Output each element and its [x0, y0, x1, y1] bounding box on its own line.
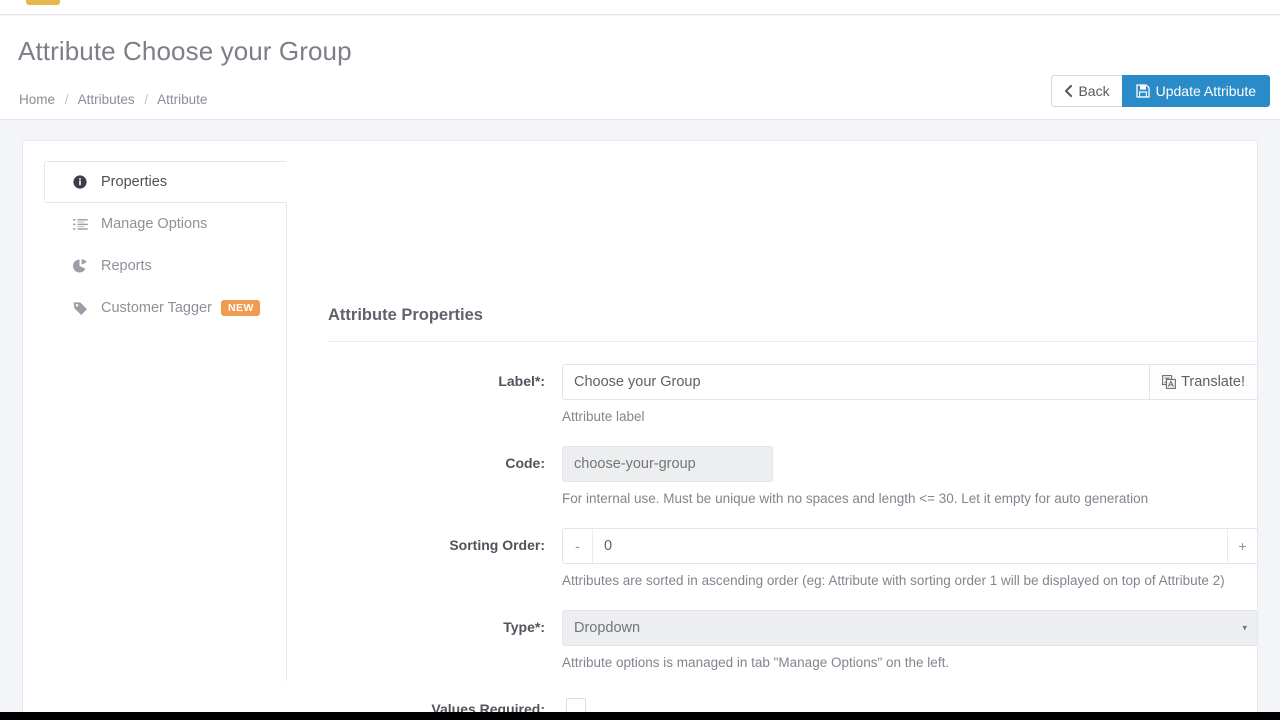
tab-customer-tagger[interactable]: Customer Tagger NEW: [44, 287, 287, 329]
attribute-tab-nav: Properties Manage Options: [44, 161, 287, 681]
tag-icon: [73, 301, 91, 315]
form-row-label: Label*: Translate!: [328, 364, 1258, 424]
label-help-text: Attribute label: [562, 409, 1258, 424]
values-required-field-label: Values Required:: [328, 692, 562, 712]
sorting-order-decrement-button[interactable]: -: [562, 528, 592, 564]
breadcrumb: Home / Attributes / Attribute: [19, 92, 207, 107]
attribute-properties-heading: Attribute Properties: [328, 161, 1258, 325]
code-field-label: Code:: [328, 446, 562, 506]
tab-manage-options-label: Manage Options: [101, 216, 207, 232]
type-select[interactable]: [562, 610, 1258, 646]
sorting-order-stepper: - +: [562, 528, 1258, 564]
type-field-label: Type*:: [328, 610, 562, 670]
sorting-order-increment-button[interactable]: +: [1228, 528, 1258, 564]
tab-properties-label: Properties: [101, 174, 167, 190]
back-button[interactable]: Back: [1051, 75, 1122, 107]
page-title: Attribute Choose your Group: [18, 36, 352, 67]
pie-chart-icon: [73, 259, 91, 273]
tab-manage-options[interactable]: Manage Options: [44, 203, 287, 245]
translate-icon: [1162, 375, 1176, 389]
tab-reports-label: Reports: [101, 258, 152, 274]
update-attribute-label: Update Attribute: [1156, 84, 1256, 98]
bottom-strip: [0, 712, 1280, 720]
content-card: Properties Manage Options: [22, 140, 1258, 712]
form-row-code: Code: For internal use. Must be unique w…: [328, 446, 1258, 506]
breadcrumb-separator: /: [138, 92, 154, 107]
update-attribute-button[interactable]: Update Attribute: [1122, 75, 1270, 107]
form-row-sorting-order: Sorting Order: - + Attributes are sorted…: [328, 528, 1258, 588]
label-input-group: Translate!: [562, 364, 1258, 400]
navbar-accent-pill: [26, 0, 60, 5]
breadcrumb-separator: /: [59, 92, 75, 107]
page-header: Attribute Choose your Group Home / Attri…: [0, 16, 1280, 120]
header-actions: Back Update Attribute: [1051, 75, 1270, 107]
type-help-text: Attribute options is managed in tab "Man…: [562, 655, 1258, 670]
values-required-checkbox[interactable]: [566, 698, 586, 712]
code-help-text: For internal use. Must be unique with no…: [562, 491, 1258, 506]
tab-reports[interactable]: Reports: [44, 245, 287, 287]
breadcrumb-item-attributes[interactable]: Attributes: [78, 92, 135, 107]
label-field-label: Label*:: [328, 364, 562, 424]
attribute-form-pane: Attribute Properties Label*:: [328, 161, 1258, 712]
form-row-type: Type*: ▾ Attribute options is managed in…: [328, 610, 1258, 670]
type-select-wrapper: ▾: [562, 610, 1258, 646]
new-badge: NEW: [221, 300, 260, 317]
translate-button[interactable]: Translate!: [1150, 364, 1258, 400]
top-navbar-sliver: [0, 0, 1280, 15]
tab-customer-tagger-label: Customer Tagger: [101, 300, 212, 316]
chevron-left-icon: [1064, 85, 1072, 97]
list-ordered-icon: [73, 218, 91, 231]
code-input[interactable]: [562, 446, 773, 482]
breadcrumb-item-home[interactable]: Home: [19, 92, 55, 107]
back-button-label: Back: [1078, 84, 1109, 98]
sorting-order-input[interactable]: [592, 528, 1228, 564]
save-icon: [1136, 84, 1150, 98]
translate-button-label: Translate!: [1181, 374, 1245, 390]
section-divider: [328, 341, 1258, 342]
form-row-values-required: Values Required: Tick if this attribute …: [328, 692, 1258, 712]
tab-properties[interactable]: Properties: [44, 161, 287, 203]
breadcrumb-item-attribute: Attribute: [157, 92, 207, 107]
label-input[interactable]: [562, 364, 1150, 400]
sorting-order-field-label: Sorting Order:: [328, 528, 562, 588]
info-circle-icon: [73, 175, 91, 189]
sorting-order-help-text: Attributes are sorted in ascending order…: [562, 573, 1258, 588]
